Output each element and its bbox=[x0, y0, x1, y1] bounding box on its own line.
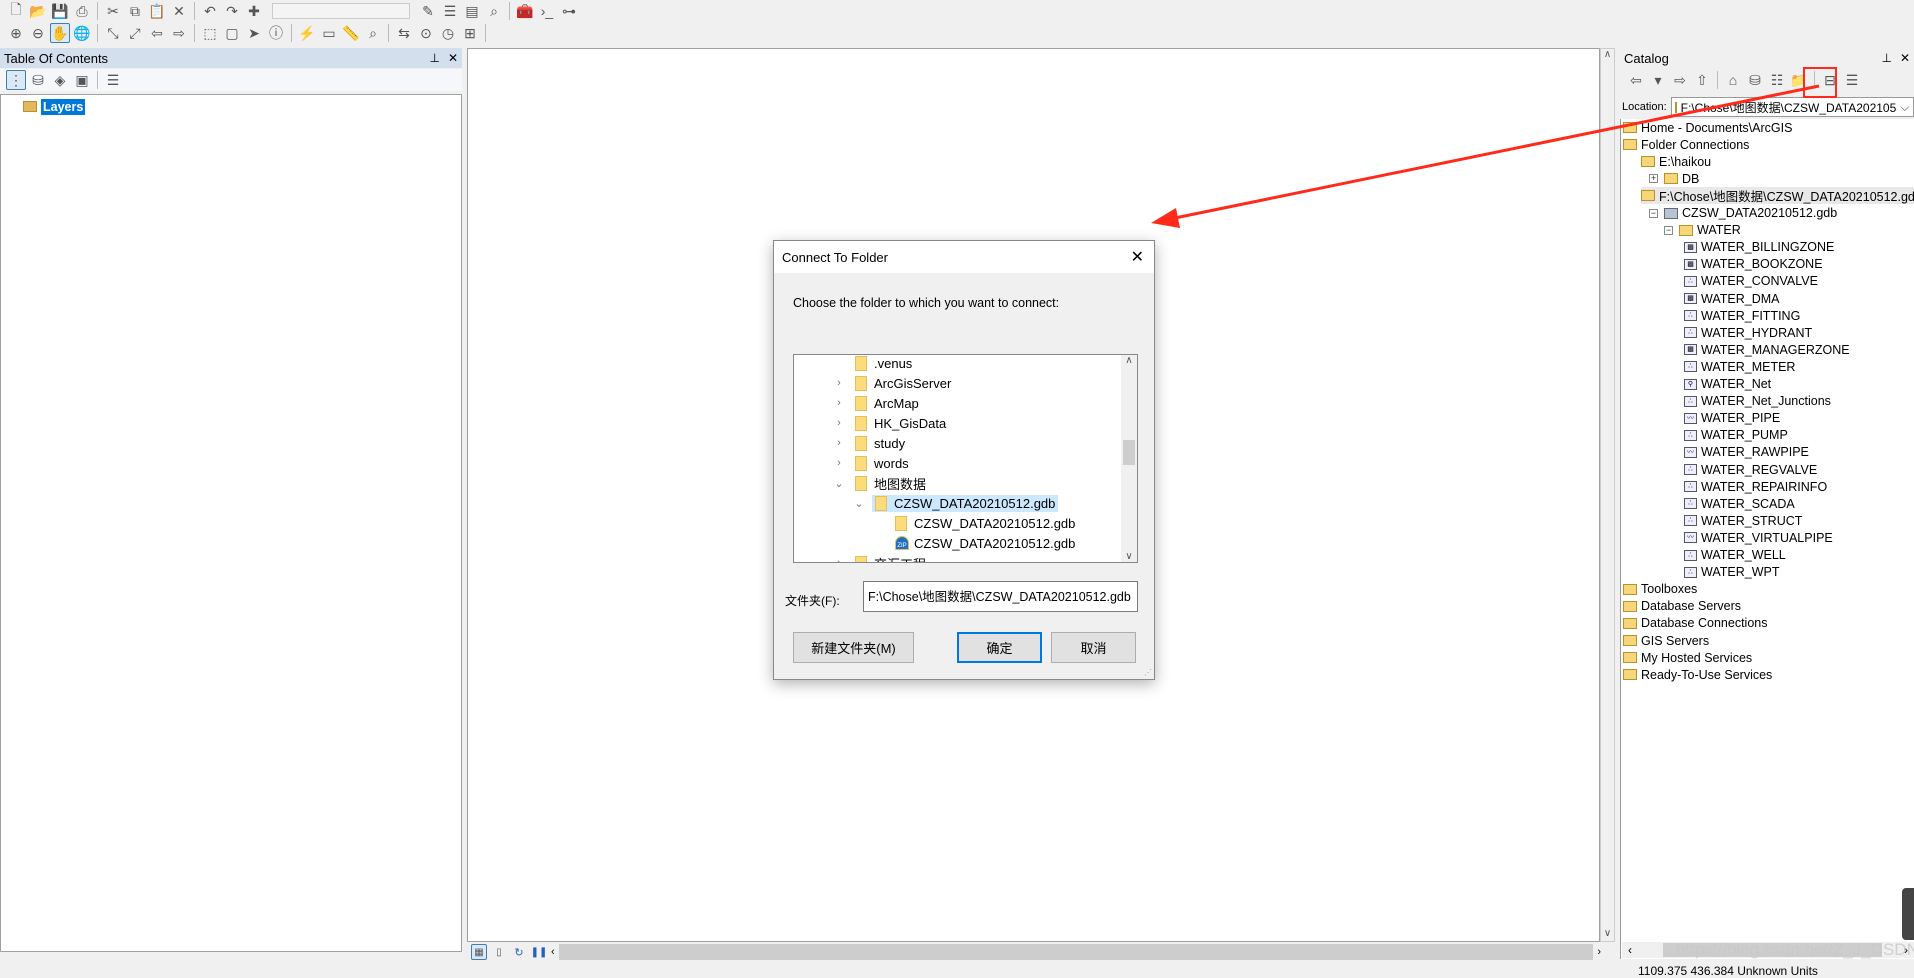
chevron-down-icon[interactable]: ⌄ bbox=[852, 497, 866, 510]
folder-tree-scrollbar[interactable]: ∧ ∨ bbox=[1121, 355, 1137, 562]
folder-tree-item-label: CZSW_DATA20210512.gdb bbox=[914, 535, 1076, 551]
folder-tree-item-content: ArcGisServer bbox=[852, 375, 954, 392]
folder-tree-item[interactable]: › words bbox=[832, 453, 912, 473]
chevron-right-icon[interactable]: › bbox=[832, 417, 846, 429]
folder-tree-item-content: .venus bbox=[852, 355, 915, 372]
folder-icon bbox=[855, 435, 867, 451]
folder-tree-item-content: CZSW_DATA20210512.gdb bbox=[892, 515, 1078, 532]
folder-icon bbox=[855, 415, 867, 431]
folder-tree-item-label: .venus bbox=[874, 355, 913, 371]
dialog-prompt: Choose the folder to which you want to c… bbox=[793, 296, 1060, 310]
folder-tree-item-content: CZSW_DATA20210512.gdb bbox=[872, 494, 1059, 512]
folder-tree-item-label: 交汇工程 bbox=[874, 554, 926, 563]
resize-grip-icon[interactable]: ⋰ bbox=[1144, 668, 1152, 677]
folder-label: 文件夹(F): bbox=[785, 594, 840, 608]
chevron-right-icon[interactable]: › bbox=[832, 437, 846, 449]
scroll-thumb[interactable] bbox=[1123, 440, 1135, 465]
dialog-title-bar: Connect To Folder ✕ bbox=[774, 241, 1154, 273]
chevron-right-icon[interactable]: › bbox=[832, 457, 846, 469]
folder-tree-item-label: ArcGisServer bbox=[874, 375, 952, 391]
chevron-right-icon[interactable]: › bbox=[832, 557, 846, 562]
folder-tree-item-label: HK_GisData bbox=[874, 415, 947, 431]
zip-icon: ZIP bbox=[895, 536, 909, 550]
folder-tree-item-label: CZSW_DATA20210512.gdb bbox=[914, 515, 1076, 531]
chevron-down-icon[interactable]: ⌄ bbox=[832, 477, 846, 490]
dialog-title: Connect To Folder bbox=[782, 249, 888, 265]
folder-tree-item-content: ArcMap bbox=[852, 395, 922, 412]
folder-tree-item-content: words bbox=[852, 455, 912, 472]
close-icon[interactable]: ✕ bbox=[1131, 247, 1144, 267]
folder-tree-item-content: HK_GisData bbox=[852, 415, 949, 432]
folder-tree-item[interactable]: ⌄ 地图数据 bbox=[832, 473, 929, 493]
folder-tree-item-content: study bbox=[852, 435, 908, 452]
new-folder-button[interactable]: 新建文件夹(M) bbox=[793, 632, 914, 663]
cancel-button[interactable]: 取消 bbox=[1051, 632, 1136, 663]
folder-tree[interactable]: ∧ ∨ .venus › ArcGisServer › ArcMap › HK_GisDat… bbox=[793, 354, 1138, 563]
folder-tree-item[interactable]: CZSW_DATA20210512.gdb bbox=[872, 513, 1078, 533]
folder-tree-item[interactable]: › ArcGisServer bbox=[832, 373, 954, 393]
folder-tree-item-label: words bbox=[874, 455, 909, 471]
folder-icon bbox=[855, 355, 867, 371]
folder-icon bbox=[855, 395, 867, 411]
folder-tree-item-label: 地图数据 bbox=[874, 476, 927, 492]
folder-icon bbox=[855, 475, 867, 491]
ok-button[interactable]: 确定 bbox=[957, 632, 1042, 663]
folder-icon bbox=[855, 375, 867, 391]
folder-icon bbox=[855, 455, 867, 471]
connect-to-folder-dialog: Connect To Folder ✕ Choose the folder to… bbox=[773, 240, 1155, 680]
folder-tree-item[interactable]: › study bbox=[832, 433, 908, 453]
folder-tree-item[interactable]: › ArcMap bbox=[832, 393, 922, 413]
folder-icon bbox=[895, 515, 907, 531]
folder-tree-item-label: ArcMap bbox=[874, 395, 919, 411]
folder-icon bbox=[855, 555, 867, 562]
folder-tree-item[interactable]: › 交汇工程 bbox=[832, 553, 929, 563]
folder-tree-item[interactable]: .venus bbox=[832, 355, 915, 373]
chevron-right-icon[interactable]: › bbox=[832, 377, 846, 389]
folder-tree-item-content: 交汇工程 bbox=[852, 553, 929, 563]
folder-tree-item[interactable]: ⌄ CZSW_DATA20210512.gdb bbox=[852, 493, 1059, 513]
folder-icon bbox=[875, 495, 887, 511]
chevron-right-icon[interactable]: › bbox=[832, 397, 846, 409]
folder-tree-item-content: 地图数据 bbox=[852, 473, 929, 494]
folder-tree-item-content: ZIP CZSW_DATA20210512.gdb bbox=[892, 535, 1078, 552]
folder-tree-item-label: CZSW_DATA20210512.gdb bbox=[894, 495, 1056, 511]
folder-input[interactable]: F:\Chose\地图数据\CZSW_DATA20210512.gdb bbox=[863, 581, 1138, 612]
folder-tree-item[interactable]: ZIP CZSW_DATA20210512.gdb bbox=[872, 533, 1078, 553]
folder-tree-item-label: study bbox=[874, 435, 906, 451]
folder-tree-item[interactable]: › HK_GisData bbox=[832, 413, 949, 433]
